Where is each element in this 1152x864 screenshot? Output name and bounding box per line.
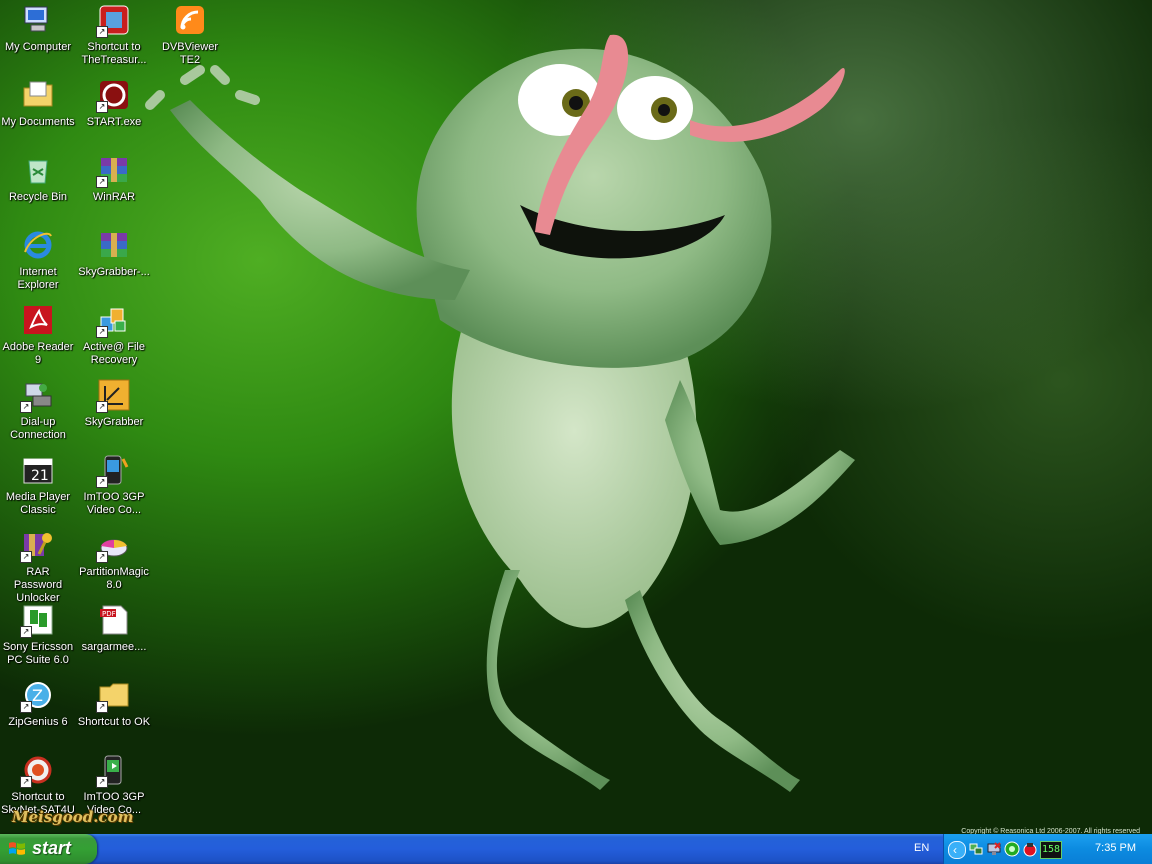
svg-text:Z: Z — [32, 686, 43, 705]
zipgenius-icon: Z ↗ — [20, 678, 55, 713]
desktop-icon-label: My Computer — [4, 41, 72, 53]
adobe-reader-icon — [21, 303, 55, 337]
svg-text:21: 21 — [31, 468, 49, 484]
desktop-icon-skynet[interactable]: ↗ Shortcut to SkyNet-SAT4U — [0, 750, 76, 817]
desktop-icon-winrar[interactable]: ↗ WinRAR — [76, 150, 152, 204]
desktop-icon-label: PartitionMagic 8.0 — [79, 566, 149, 591]
pdf-file-icon: PDF — [97, 603, 131, 637]
skygrabber-icon: ↗ — [96, 378, 131, 413]
dialup-icon: ↗ — [20, 378, 55, 413]
desktop-icon-label: Shortcut to OK — [77, 716, 151, 728]
sony-ericsson-icon: ↗ — [20, 603, 55, 638]
recycle-bin-icon — [21, 153, 55, 187]
desktop-icon-winrar-archive[interactable]: SkyGrabber-... — [76, 225, 152, 279]
desktop-icon-label: Dial-up Connection — [10, 416, 66, 441]
desktop-icon-internet-explorer[interactable]: Internet Explorer — [0, 225, 76, 292]
start-label: start — [32, 838, 72, 858]
tray-expand-chevron-icon[interactable]: ‹ — [948, 841, 966, 859]
desktop-icon-label: Media Player Classic — [5, 491, 71, 516]
desktop-icon-label: Active@ File Recovery — [83, 341, 145, 366]
red-app-icon[interactable] — [1022, 841, 1038, 857]
taskbar-clock[interactable]: 7:35 PM — [1095, 842, 1136, 854]
desktop-icon-skygrabber[interactable]: ↗ SkyGrabber — [76, 375, 152, 429]
taskbar: start EN ‹ 158 7:35 PM — [0, 834, 1152, 864]
desktop-icon-label: Adobe Reader 9 — [2, 341, 74, 366]
rar-unlocker-icon: ↗ — [20, 528, 55, 563]
desktop-icon-folder[interactable]: ↗ Shortcut to OK — [76, 675, 152, 729]
watermark-text: Meisgood.com — [12, 808, 134, 826]
system-tray: EN ‹ 158 7:35 PM — [914, 834, 1152, 864]
shortcut-arrow-icon: ↗ — [20, 776, 32, 788]
counter-icon[interactable]: 158 — [1040, 841, 1062, 859]
shortcut-arrow-icon: ↗ — [20, 551, 32, 563]
desktop-icon-my-documents[interactable]: My Documents — [0, 75, 76, 129]
imtoo-icon: ↗ — [96, 453, 131, 488]
start-button[interactable]: start — [0, 834, 97, 864]
language-indicator[interactable]: EN — [914, 842, 929, 854]
shortcut-arrow-icon: ↗ — [20, 626, 32, 638]
windows-flag-icon — [9, 842, 25, 855]
my-documents-icon — [21, 78, 55, 112]
desktop-icon-pdf-file[interactable]: PDF sargarmee.... — [76, 600, 152, 654]
desktop-icon-label: Sony Ericsson PC Suite 6.0 — [2, 641, 74, 666]
shortcut-arrow-icon: ↗ — [96, 551, 108, 563]
counter-value: 158 — [1041, 844, 1061, 855]
shortcut-arrow-icon: ↗ — [96, 476, 108, 488]
desktop-icon-label: SkyGrabber-... — [78, 266, 150, 278]
desktop-icon-dialup[interactable]: ↗ Dial-up Connection — [0, 375, 76, 442]
desktop-icon-imtoo[interactable]: ↗ ImTOO 3GP Video Co... — [76, 450, 152, 517]
dvbviewer-icon — [173, 3, 207, 37]
shortcut-arrow-icon: ↗ — [96, 776, 108, 788]
green-circle-icon[interactable] — [1004, 841, 1020, 857]
imtoo-icon-2: ↗ — [96, 753, 131, 788]
desktop-icon-label: ZipGenius 6 — [8, 716, 68, 728]
desktop-icon-sony-ericsson[interactable]: ↗ Sony Ericsson PC Suite 6.0 — [0, 600, 76, 667]
svg-text:PDF: PDF — [102, 610, 116, 618]
desktop-icon-rar-unlocker[interactable]: ↗ RAR Password Unlocker — [0, 525, 76, 605]
desktop-icon-partitionmagic[interactable]: ↗ PartitionMagic 8.0 — [76, 525, 152, 592]
desktop-icon-label: START.exe — [86, 116, 142, 128]
desktop-icon-treasure-app[interactable]: ↗ Shortcut to TheTreasur... — [76, 0, 152, 67]
partitionmagic-icon: ↗ — [96, 528, 131, 563]
desktop-icon-dvbviewer[interactable]: DVBViewer TE2 — [152, 0, 228, 67]
shortcut-arrow-icon: ↗ — [96, 176, 108, 188]
shortcut-arrow-icon: ↗ — [20, 701, 32, 713]
folder-icon: ↗ — [96, 678, 131, 713]
desktop-icon-label: SkyGrabber — [84, 416, 144, 428]
monitor-icon[interactable] — [986, 841, 1002, 857]
file-recovery-icon: ↗ — [96, 303, 131, 338]
desktop-icon-label: Internet Explorer — [17, 266, 59, 291]
shortcut-arrow-icon: ↗ — [20, 401, 32, 413]
shortcut-arrow-icon: ↗ — [96, 326, 108, 338]
desktop-icon-my-computer[interactable]: My Computer — [0, 0, 76, 54]
desktop-icon-zipgenius[interactable]: Z ↗ ZipGenius 6 — [0, 675, 76, 729]
frog-wallpaper-image — [145, 34, 855, 792]
shortcut-arrow-icon: ↗ — [96, 701, 108, 713]
network-icon[interactable] — [968, 841, 984, 857]
winrar-archive-icon — [97, 228, 131, 262]
desktop-icon-adobe-reader[interactable]: Adobe Reader 9 — [0, 300, 76, 367]
desktop-icon-label: Recycle Bin — [8, 191, 68, 203]
internet-explorer-icon — [21, 228, 55, 262]
treasure-app-icon: ↗ — [96, 3, 131, 38]
desktop-icon-label: My Documents — [1, 116, 75, 128]
shortcut-arrow-icon: ↗ — [96, 26, 108, 38]
media-player-icon: 21 — [21, 453, 55, 487]
my-computer-icon — [21, 3, 55, 37]
desktop-icon-label: Shortcut to TheTreasur... — [81, 41, 147, 66]
desktop-icon-label: sargarmee.... — [81, 641, 147, 653]
skynet-icon: ↗ — [20, 753, 55, 788]
desktop-icon-label: DVBViewer TE2 — [161, 41, 219, 66]
shortcut-arrow-icon: ↗ — [96, 401, 108, 413]
desktop-icon-imtoo-2[interactable]: ↗ ImTOO 3GP Video Co... — [76, 750, 152, 817]
desktop-icon-recycle-bin[interactable]: Recycle Bin — [0, 150, 76, 204]
desktop-icon-start-exe[interactable]: ↗ START.exe — [76, 75, 152, 129]
desktop-icon-label: ImTOO 3GP Video Co... — [83, 491, 145, 516]
winrar-icon: ↗ — [96, 153, 131, 188]
desktop-icon-media-player[interactable]: 21 Media Player Classic — [0, 450, 76, 517]
shortcut-arrow-icon: ↗ — [96, 101, 108, 113]
start-exe-icon: ↗ — [96, 78, 131, 113]
desktop-icon-label: WinRAR — [92, 191, 136, 203]
desktop-icon-file-recovery[interactable]: ↗ Active@ File Recovery — [76, 300, 152, 367]
